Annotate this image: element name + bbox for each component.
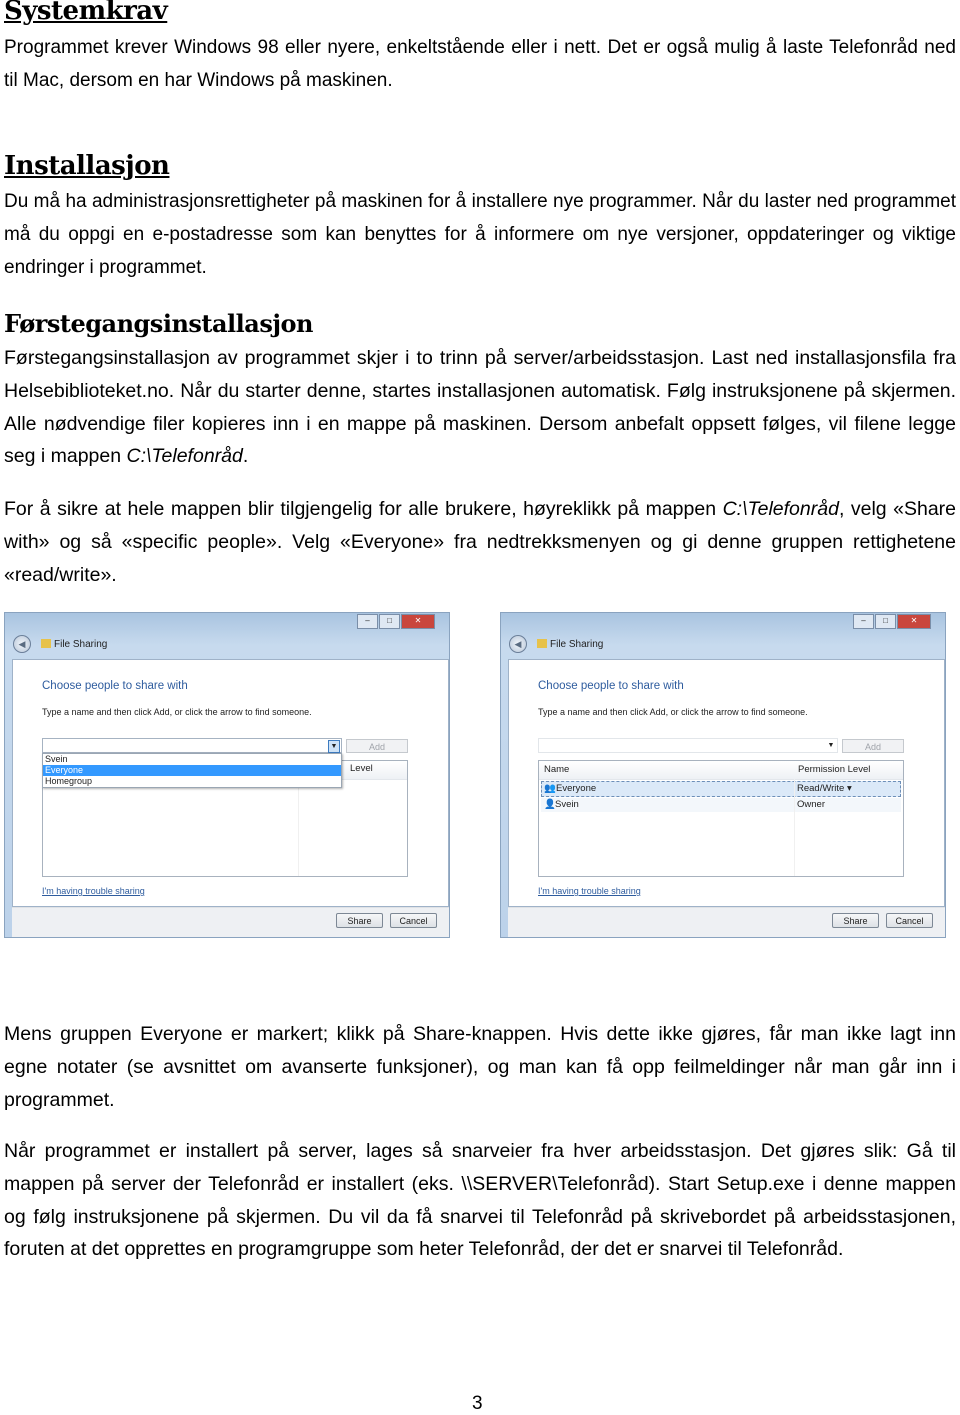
paragraph-forstegangs-1: Førstegangsinstallasjon av programmet sk… <box>4 342 956 473</box>
back-arrow-icon[interactable]: ◀ <box>13 635 31 653</box>
share-button[interactable]: Share <box>336 913 383 928</box>
paragraph-forstegangs-2: For å sikre at hele mappen blir tilgjeng… <box>4 493 956 591</box>
name-combobox[interactable]: ▼ <box>538 738 838 753</box>
list-row-svein[interactable]: 👤 Svein Owner <box>541 798 901 812</box>
column-name: Name <box>544 764 570 775</box>
title-bar: – □ ✕ ◀ File Sharing <box>5 613 449 659</box>
column-permission: Permission Level <box>798 764 871 775</box>
window-title: File Sharing <box>41 639 107 650</box>
sharing-icon <box>41 639 51 648</box>
back-arrow-icon[interactable]: ◀ <box>509 635 527 653</box>
dialog-content: Choose people to share with Type a name … <box>508 659 945 907</box>
paragraph-forstegangs-3: Mens gruppen Everyone er markert; klikk … <box>4 1023 956 1111</box>
page-number: 3 <box>472 1393 483 1414</box>
close-icon[interactable]: ✕ <box>897 614 931 629</box>
minimize-icon[interactable]: – <box>357 614 378 629</box>
chevron-down-icon[interactable]: ▼ <box>328 740 340 753</box>
trouble-sharing-link[interactable]: I'm having trouble sharing <box>538 886 641 896</box>
folder-path: C:\Telefonråd <box>126 445 243 468</box>
row-permission: Owner <box>797 799 825 810</box>
minimize-icon[interactable]: – <box>853 614 874 629</box>
dropdown-option[interactable]: Svein <box>43 754 341 765</box>
dialog-instruction: Type a name and then click Add, or click… <box>538 707 808 717</box>
text: . <box>242 445 249 468</box>
add-button[interactable]: Add <box>842 739 904 753</box>
window-title-text: File Sharing <box>550 639 604 650</box>
dropdown-menu: Svein Everyone Homegroup <box>42 753 342 788</box>
group-icon: 👥 <box>544 783 556 794</box>
dialog-footer <box>12 907 449 937</box>
screenshot-file-sharing-dropdown: – □ ✕ ◀ File Sharing Choose people to shar… <box>4 612 450 938</box>
list-row-everyone[interactable]: 👥 Everyone Read/Write ▾ <box>541 781 901 797</box>
paragraph-forstegangs-4: Når programmet er installert på server, … <box>4 1140 956 1261</box>
dialog-footer <box>508 907 945 937</box>
column-permission-partial: Level <box>350 763 373 774</box>
dialog-content: Choose people to share with Type a name … <box>12 659 449 907</box>
cancel-button[interactable]: Cancel <box>886 913 933 928</box>
sharing-list: Name Permission Level 👥 Everyone Read/Wr… <box>538 760 904 877</box>
row-name: Everyone <box>556 783 597 794</box>
permission-dropdown[interactable]: Read/Write ▾ <box>797 783 852 794</box>
dropdown-option[interactable]: Homegroup <box>43 776 341 787</box>
folder-path: C:\Telefonråd <box>722 498 839 520</box>
paragraph-systemkrav: Programmet krever Windows 98 eller nyere… <box>4 37 956 91</box>
window-title-text: File Sharing <box>54 639 108 650</box>
heading-systemkrav: Systemkrav <box>4 0 168 26</box>
trouble-sharing-link[interactable]: I'm having trouble sharing <box>42 886 145 896</box>
close-icon[interactable]: ✕ <box>401 614 435 629</box>
window-title: File Sharing <box>537 639 603 650</box>
dropdown-option-selected[interactable]: Everyone <box>43 765 341 776</box>
cancel-button[interactable]: Cancel <box>390 913 437 928</box>
window-controls: – □ ✕ <box>852 614 931 629</box>
sharing-icon <box>537 639 547 648</box>
heading-installasjon: Installasjon <box>4 151 170 181</box>
list-header: Name Permission Level <box>539 761 903 780</box>
heading-forstegangsinstallasjon: Førstegangsinstallasjon <box>4 309 313 338</box>
title-bar: – □ ✕ ◀ File Sharing <box>501 613 945 659</box>
dialog-heading: Choose people to share with <box>42 680 188 692</box>
name-combobox[interactable]: ▼ <box>42 738 342 753</box>
maximize-icon[interactable]: □ <box>875 614 896 629</box>
add-button[interactable]: Add <box>346 739 408 753</box>
chevron-down-icon[interactable]: ▼ <box>826 740 836 751</box>
window-controls: – □ ✕ <box>356 614 435 629</box>
maximize-icon[interactable]: □ <box>379 614 400 629</box>
screenshot-file-sharing-list: – □ ✕ ◀ File Sharing Choose people to shar… <box>500 612 946 938</box>
text: For å sikre at hele mappen blir tilgjeng… <box>4 498 723 520</box>
dialog-heading: Choose people to share with <box>538 680 684 692</box>
paragraph-installasjon: Du må ha administrasjonsrettigheter på m… <box>4 191 956 278</box>
row-name: Svein <box>555 799 579 810</box>
dialog-instruction: Type a name and then click Add, or click… <box>42 707 312 717</box>
share-button[interactable]: Share <box>832 913 879 928</box>
